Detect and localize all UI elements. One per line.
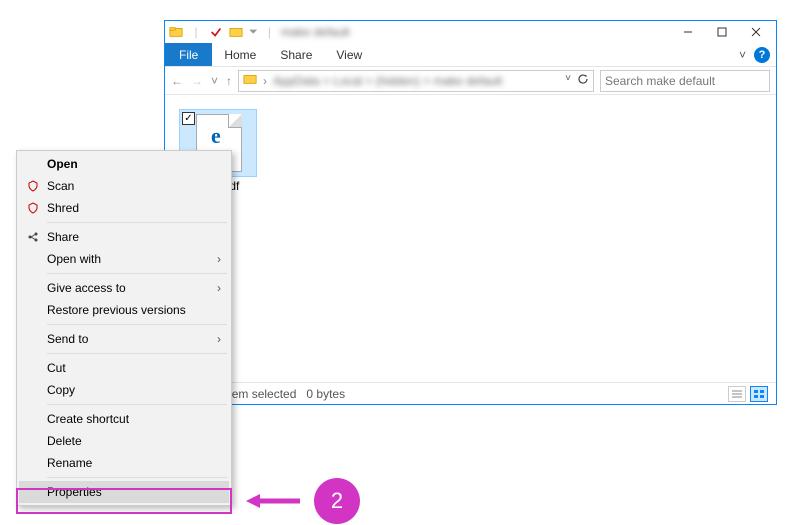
window-controls [672, 21, 772, 43]
view-details-button[interactable] [728, 386, 746, 402]
context-menu-separator [47, 353, 227, 354]
ctx-restore[interactable]: Restore previous versions [19, 299, 229, 321]
chevron-right-icon: › [217, 281, 221, 295]
window-title: make default [281, 25, 350, 39]
quick-access-overflow: ⏷ [249, 26, 258, 39]
tab-home[interactable]: Home [212, 43, 268, 66]
ctx-properties[interactable]: Properties [19, 481, 229, 503]
minimize-button[interactable] [672, 21, 704, 43]
ribbon-collapse-icon[interactable]: ˅ [739, 48, 746, 62]
help-icon[interactable]: ? [754, 47, 770, 63]
address-field[interactable]: › AppData > Local > (hidden) > make defa… [238, 70, 594, 92]
status-size: 0 bytes [306, 387, 345, 401]
divider-icon: | [189, 25, 203, 39]
folder-icon-small [229, 25, 243, 39]
ctx-rename[interactable]: Rename [19, 452, 229, 474]
ctx-delete[interactable]: Delete [19, 430, 229, 452]
context-menu-separator [47, 324, 227, 325]
chevron-right-icon: › [217, 252, 221, 266]
folder-icon [243, 72, 257, 89]
annotation-step-badge: 2 [314, 478, 360, 524]
close-button[interactable] [740, 21, 772, 43]
check-icon [209, 25, 223, 39]
up-button[interactable]: ↑ [226, 74, 232, 88]
ctx-copy[interactable]: Copy [19, 379, 229, 401]
context-menu-separator [47, 222, 227, 223]
search-input[interactable]: Search make default [600, 70, 770, 92]
status-bar: 1 item 1 item selected 0 bytes [165, 382, 776, 404]
ctx-shred[interactable]: Shred [19, 197, 229, 219]
context-menu-separator [47, 404, 227, 405]
annotation-arrow-icon [246, 491, 302, 511]
file-explorer-window: | ⏷ | make default File Home Share View … [164, 20, 777, 405]
breadcrumb: AppData > Local > (hidden) > make defaul… [273, 74, 502, 88]
history-dropdown[interactable]: ˅ [211, 74, 218, 88]
view-icons-button[interactable] [750, 386, 768, 402]
maximize-button[interactable] [706, 21, 738, 43]
divider-icon: | [268, 25, 271, 39]
share-icon [25, 231, 41, 243]
forward-button[interactable]: → [191, 74, 203, 88]
refresh-icon[interactable] [577, 73, 589, 88]
shield-icon [25, 202, 41, 214]
edge-logo-icon: e [211, 125, 221, 147]
titlebar: | ⏷ | make default [165, 21, 776, 43]
tab-view[interactable]: View [324, 43, 374, 66]
context-menu-separator [47, 273, 227, 274]
annotation-step-number: 2 [331, 488, 343, 514]
ctx-create-shortcut[interactable]: Create shortcut [19, 408, 229, 430]
context-menu-separator [47, 477, 227, 478]
ribbon-tabs: File Home Share View ˅ ? [165, 43, 776, 67]
search-placeholder: Search make default [605, 74, 715, 88]
file-list[interactable]: ✓ e pdf fault.pdf [165, 95, 776, 382]
ctx-send-to[interactable]: Send to› [19, 328, 229, 350]
context-menu: Open Scan Shred Share Open with› Give ac… [16, 150, 232, 506]
ctx-open[interactable]: Open [19, 153, 229, 175]
address-bar: ← → ˅ ↑ › AppData > Local > (hidden) > m… [165, 67, 776, 95]
ctx-cut[interactable]: Cut [19, 357, 229, 379]
ctx-share[interactable]: Share [19, 226, 229, 248]
chevron-right-icon: › [217, 332, 221, 346]
shield-icon [25, 180, 41, 192]
ctx-scan[interactable]: Scan [19, 175, 229, 197]
ctx-open-with[interactable]: Open with› [19, 248, 229, 270]
ctx-give-access[interactable]: Give access to› [19, 277, 229, 299]
address-dropdown[interactable]: ˅ [565, 73, 571, 88]
back-button[interactable]: ← [171, 74, 183, 88]
tab-file[interactable]: File [165, 43, 212, 66]
folder-icon [169, 25, 183, 39]
tab-share[interactable]: Share [268, 43, 324, 66]
